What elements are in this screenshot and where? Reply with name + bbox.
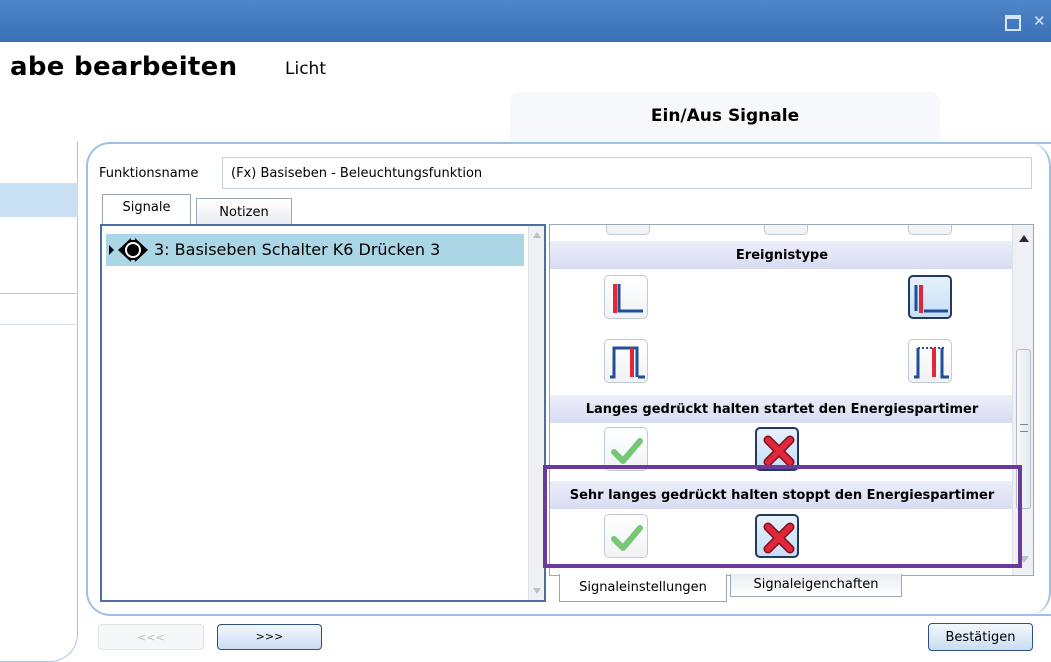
list-scrollbar[interactable]: [528, 226, 544, 600]
next-button[interactable]: >>>: [217, 624, 322, 650]
signal-list[interactable]: 3: Basiseben Schalter K6 Drücken 3: [100, 224, 546, 602]
grip-icon: [1020, 424, 1028, 432]
highlight-frame: [543, 465, 1022, 568]
tab-signale[interactable]: Signale: [102, 194, 191, 224]
pulse-long-button[interactable]: [908, 339, 952, 383]
section-langes-gedrueckt: Langes gedrückt halten startet den Energ…: [550, 395, 1014, 423]
tab-signaleigenschaften[interactable]: Signaleigenchaften: [730, 574, 902, 597]
option-button[interactable]: [606, 225, 650, 235]
section-ereignistype: Ereignistype: [550, 241, 1014, 269]
option-button[interactable]: [764, 225, 808, 235]
left-nav-divider: [0, 324, 78, 325]
maximize-icon[interactable]: [1004, 13, 1021, 31]
window-title-bar: ✕: [0, 0, 1051, 42]
tab-ein-aus-signale[interactable]: Ein/Aus Signale: [510, 92, 940, 142]
previous-button[interactable]: <<<: [98, 624, 204, 650]
list-item[interactable]: 3: Basiseben Schalter K6 Drücken 3: [106, 234, 524, 266]
tab-notizen[interactable]: Notizen: [196, 198, 292, 224]
page-title: abe bearbeiten: [10, 52, 238, 82]
function-name-input[interactable]: (Fx) Basiseben - Beleuchtungsfunktion: [222, 157, 1032, 189]
page-subtitle: Licht: [285, 59, 326, 79]
tab-ein-aus-signale-label: Ein/Aus Signale: [650, 106, 800, 126]
scroll-down-icon[interactable]: [533, 588, 541, 594]
close-icon[interactable]: ✕: [1033, 13, 1049, 29]
pushbutton-signal-icon: [116, 237, 150, 263]
scroll-up-icon[interactable]: [1019, 235, 1029, 242]
rising-edge-button[interactable]: [604, 275, 648, 319]
tab-signaleinstellungen[interactable]: Signaleinstellungen: [559, 574, 727, 602]
scroll-up-icon[interactable]: [533, 232, 541, 238]
falling-edge-button[interactable]: [908, 275, 952, 319]
expand-arrow-icon[interactable]: [109, 245, 114, 255]
option-button[interactable]: [908, 225, 952, 235]
pulse-rising-button[interactable]: [604, 339, 648, 383]
left-nav-panel: [0, 142, 78, 662]
function-name-label: Funktionsname: [99, 166, 199, 181]
list-item-label: 3: Basiseben Schalter K6 Drücken 3: [154, 240, 441, 259]
left-nav-divider: [0, 293, 78, 294]
left-nav-selected-item[interactable]: [0, 183, 78, 217]
confirm-button[interactable]: Bestätigen: [928, 623, 1033, 651]
